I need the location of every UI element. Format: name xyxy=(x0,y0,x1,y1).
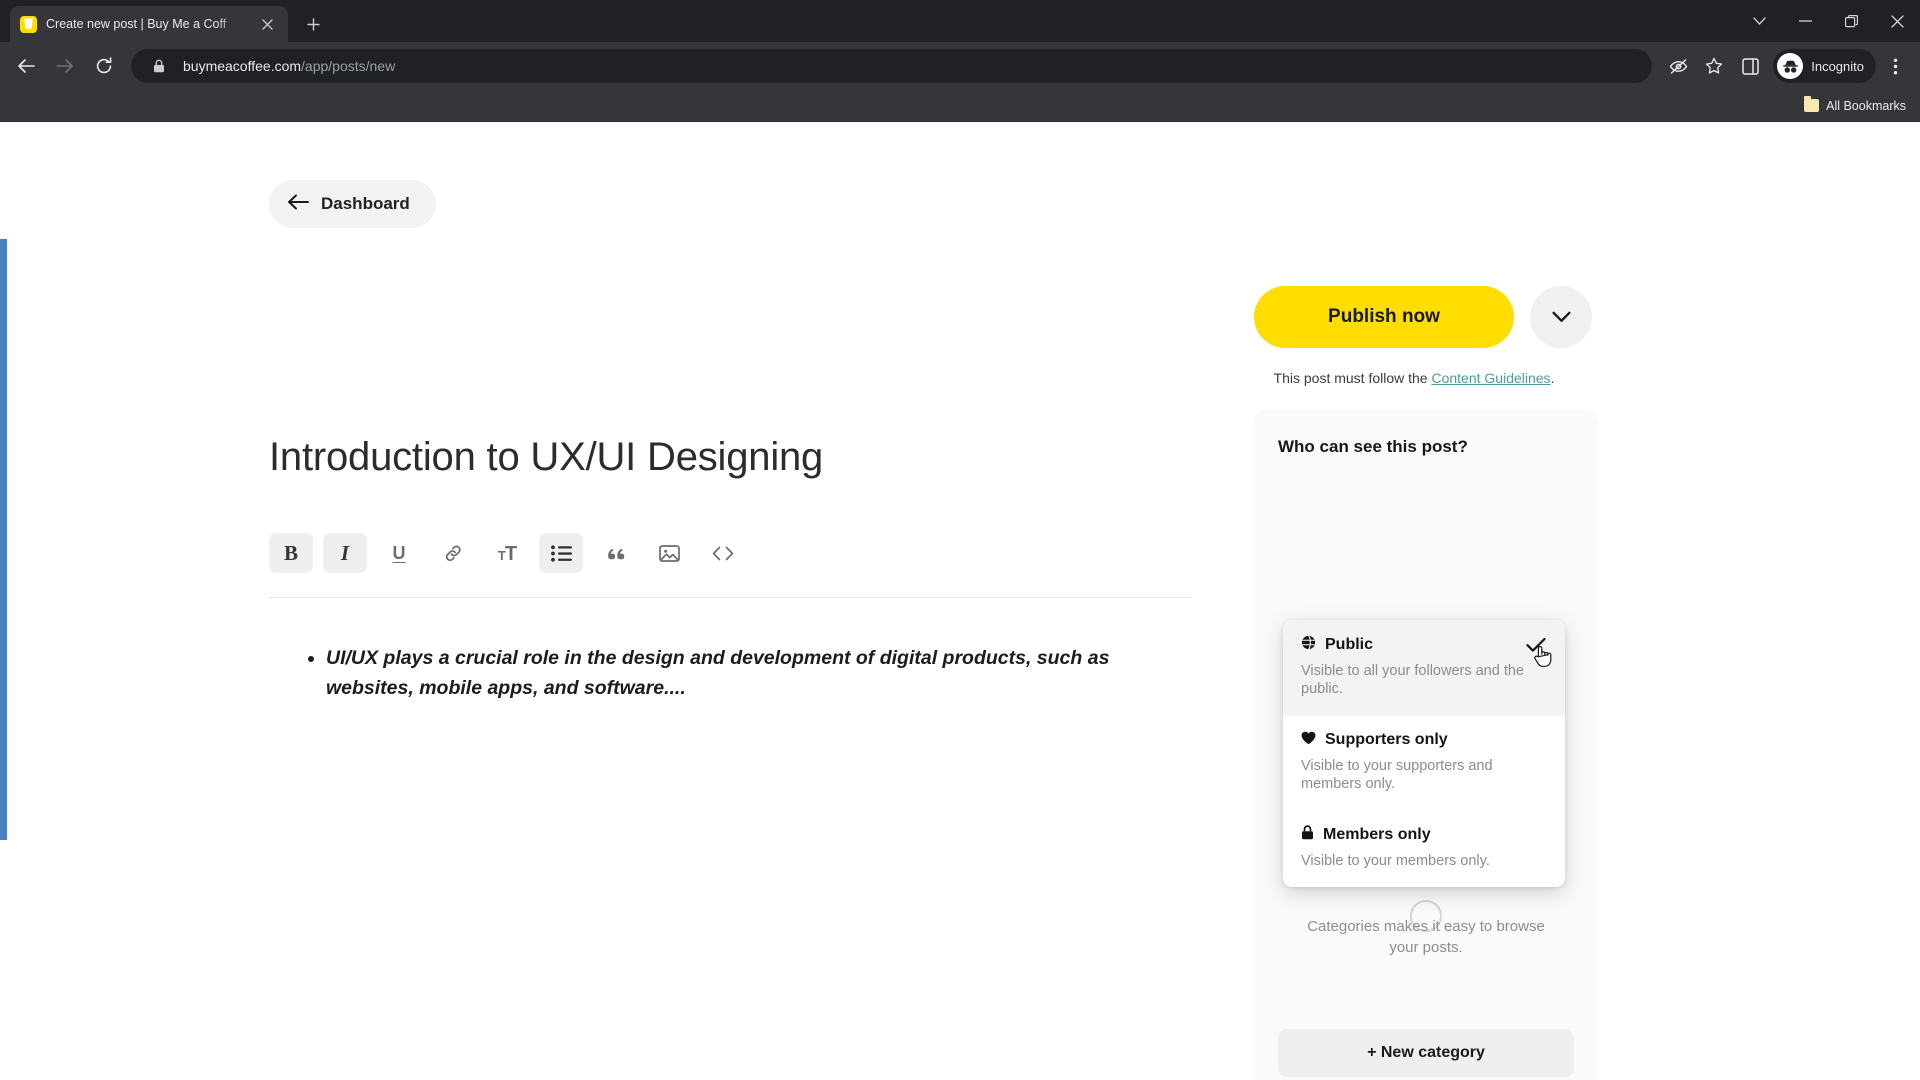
tab-search-icon[interactable] xyxy=(1736,0,1782,42)
url-host: buymeacoffee.com xyxy=(183,58,302,74)
option-desc: Visible to your supporters and members o… xyxy=(1301,757,1493,792)
post-settings-sidebar: Publish now This post must follow the Co… xyxy=(1254,131,1598,1080)
window-controls xyxy=(1736,0,1920,42)
new-tab-button[interactable] xyxy=(296,7,330,41)
address-bar[interactable]: buymeacoffee.com/app/posts/new xyxy=(131,49,1653,83)
visibility-dropdown-menu: Public Visible to all your followers and… xyxy=(1283,620,1565,888)
heart-icon xyxy=(1301,731,1316,750)
mouse-cursor-pointer-icon xyxy=(1533,644,1553,675)
bullet-list: UI/UX plays a crucial role in the design… xyxy=(300,644,1130,703)
category-hint: Categories makes it easy to browse your … xyxy=(1307,918,1545,956)
coffee-cup-icon xyxy=(20,15,37,33)
globe-icon xyxy=(1301,635,1316,655)
bullet-list-icon[interactable] xyxy=(539,533,583,573)
option-name: Supporters only xyxy=(1325,731,1448,749)
profile-label: Incognito xyxy=(1811,58,1864,74)
post-title[interactable]: Introduction to UX/UI Designing xyxy=(269,435,823,480)
minimize-icon[interactable] xyxy=(1782,0,1828,42)
code-icon[interactable] xyxy=(701,533,745,573)
link-icon[interactable] xyxy=(431,533,475,573)
option-header: Public xyxy=(1301,635,1547,655)
new-category-button[interactable]: + New category xyxy=(1278,1029,1574,1077)
publish-now-button[interactable]: Publish now xyxy=(1254,286,1514,348)
visibility-option-supporters-only[interactable]: Supporters only Visible to your supporte… xyxy=(1283,716,1565,811)
folder-icon xyxy=(1804,96,1820,112)
list-item: UI/UX plays a crucial role in the design… xyxy=(326,644,1130,703)
bookmarks-bar: All Bookmarks xyxy=(0,90,1920,122)
tracking-protection-icon[interactable] xyxy=(1661,49,1695,83)
lock-icon xyxy=(1301,825,1314,845)
incognito-profile-button[interactable]: Incognito xyxy=(1773,49,1876,83)
browser-toolbar: buymeacoffee.com/app/posts/new Incognito xyxy=(0,42,1920,90)
back-icon[interactable] xyxy=(8,48,44,84)
text-size-icon[interactable]: TT xyxy=(485,533,529,573)
incognito-icon xyxy=(1777,53,1804,79)
all-bookmarks-label: All Bookmarks xyxy=(1826,98,1906,113)
content-guidelines-link[interactable]: Content Guidelines xyxy=(1431,370,1550,386)
post-body-editor[interactable]: UI/UX plays a crucial role in the design… xyxy=(300,644,1130,703)
visibility-option-public[interactable]: Public Visible to all your followers and… xyxy=(1283,620,1565,716)
option-desc: Visible to all your followers and the pu… xyxy=(1301,663,1524,698)
close-icon[interactable] xyxy=(256,13,278,35)
option-header: Supporters only xyxy=(1301,731,1547,750)
lock-icon xyxy=(145,52,173,80)
editor-divider xyxy=(269,597,1191,598)
guidelines-prefix: This post must follow the xyxy=(1273,370,1432,386)
panel-title: Who can see this post? xyxy=(1278,437,1468,456)
quote-icon[interactable] xyxy=(593,533,637,573)
italic-button[interactable]: I xyxy=(323,533,367,573)
dashboard-label: Dashboard xyxy=(321,194,410,213)
bookmark-star-icon[interactable] xyxy=(1697,49,1731,83)
page-content: Dashboard Introduction to UX/UI Designin… xyxy=(0,131,1920,1080)
option-desc: Visible to your members only. xyxy=(1301,853,1490,870)
browser-tab[interactable]: Create new post | Buy Me a Coff xyxy=(10,6,288,42)
tab-strip: Create new post | Buy Me a Coff xyxy=(0,0,1920,42)
chrome-menu-icon[interactable] xyxy=(1878,49,1912,83)
maximize-icon[interactable] xyxy=(1828,0,1874,42)
guidelines-note: This post must follow the Content Guidel… xyxy=(1254,370,1574,386)
url-path: /app/posts/new xyxy=(301,58,396,74)
bold-button[interactable]: B xyxy=(269,533,313,573)
window-close-icon[interactable] xyxy=(1874,0,1920,42)
tab-title: Create new post | Buy Me a Coff xyxy=(46,17,227,31)
dashboard-back-button[interactable]: Dashboard xyxy=(269,180,436,228)
underline-button[interactable]: U xyxy=(377,533,421,573)
forward-icon[interactable] xyxy=(47,48,83,84)
toolbar-actions: Incognito xyxy=(1661,49,1912,83)
reload-icon[interactable] xyxy=(86,48,122,84)
side-panel-icon[interactable] xyxy=(1733,49,1767,83)
browser-window: Create new post | Buy Me a Coff buymeaco… xyxy=(0,0,1920,1080)
visibility-option-members-only[interactable]: Members only Visible to your members onl… xyxy=(1283,810,1565,887)
option-name: Members only xyxy=(1323,826,1431,844)
option-name: Public xyxy=(1325,636,1374,653)
option-header: Members only xyxy=(1301,825,1547,845)
publish-row: Publish now xyxy=(1254,131,1598,348)
image-icon[interactable] xyxy=(647,533,691,573)
guidelines-suffix: . xyxy=(1550,370,1555,386)
url-text: buymeacoffee.com/app/posts/new xyxy=(183,58,395,74)
all-bookmarks-button[interactable]: All Bookmarks xyxy=(1804,96,1906,113)
publish-options-chevron-down-icon[interactable] xyxy=(1530,286,1592,348)
editor-toolbar: B I U TT xyxy=(269,533,745,573)
page-viewport: Dashboard Introduction to UX/UI Designin… xyxy=(0,131,1920,1080)
arrow-left-icon xyxy=(287,194,309,215)
